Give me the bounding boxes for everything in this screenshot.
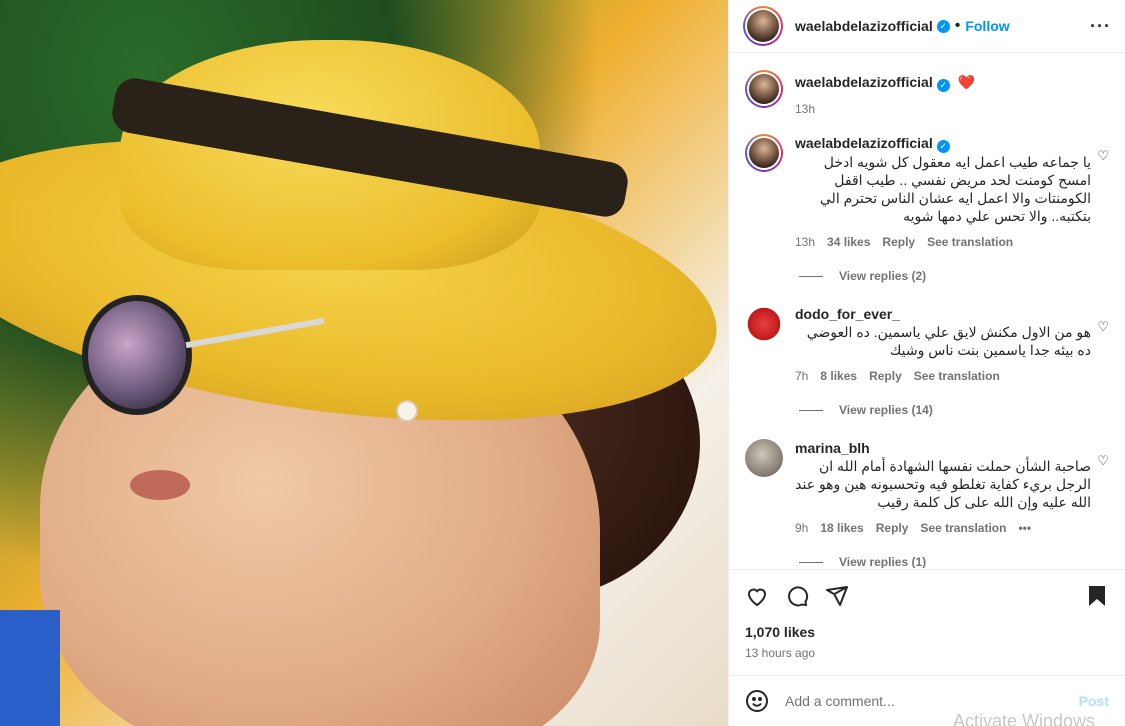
like-comment-heart-icon[interactable]: ♡ (1097, 453, 1109, 469)
comment-more-icon[interactable]: ••• (1018, 519, 1031, 537)
caption-text: ❤️ (957, 74, 976, 90)
comment-item: marina_blh صاحبة الشأن حملت نفسها الشهاد… (745, 439, 1109, 537)
comments-list[interactable]: waelabdelazizofficial ✓ ❤️ 13h waelabdela… (729, 54, 1125, 568)
view-replies-button[interactable]: View replies (1) (799, 555, 1109, 568)
view-replies-button[interactable]: View replies (2) (799, 269, 1109, 283)
caption-time: 13h (795, 102, 816, 116)
follow-button[interactable]: Follow (965, 18, 1009, 34)
caption-avatar[interactable] (745, 70, 783, 108)
verified-badge-icon: ✓ (936, 140, 950, 153)
comment-text: صاحبة الشأن حملت نفسها الشهادة أمام الله… (795, 458, 1091, 510)
view-replies-label[interactable]: View replies (14) (839, 403, 933, 417)
comment-text: هو من الاول مكنش لايق علي ياسمين. ده الع… (806, 324, 1091, 358)
view-replies-label[interactable]: View replies (1) (839, 555, 926, 568)
comment-item: dodo_for_ever_ هو من الاول مكنش لايق علي… (745, 305, 1109, 385)
verified-badge-icon: ✓ (936, 19, 950, 33)
likes-count[interactable]: 1,070 likes (745, 624, 1109, 640)
reply-button[interactable]: Reply (876, 519, 909, 537)
view-replies-button[interactable]: View replies (14) (799, 403, 1109, 417)
share-send-icon[interactable] (825, 584, 849, 608)
save-bookmark-icon[interactable] (1085, 584, 1109, 608)
author-avatar[interactable] (743, 6, 783, 46)
reply-button[interactable]: Reply (869, 367, 902, 385)
more-options-icon[interactable]: ··· (1090, 16, 1111, 37)
comment-input[interactable] (785, 693, 1079, 709)
like-comment-heart-icon[interactable]: ♡ (1097, 148, 1109, 164)
comment-likes[interactable]: 18 likes (820, 519, 863, 537)
comment-username[interactable]: waelabdelazizofficial (795, 135, 933, 151)
see-translation-button[interactable]: See translation (927, 233, 1013, 251)
comment-time[interactable]: 13h (795, 233, 815, 251)
like-heart-icon[interactable] (745, 584, 769, 608)
separator-dot: • (954, 17, 961, 34)
post-actions: 1,070 likes 13 hours ago (729, 569, 1125, 660)
photo-sunglasses (82, 295, 192, 415)
activate-windows-watermark: Activate Windows (952, 711, 1095, 726)
photo-lips (130, 470, 190, 500)
comment-likes[interactable]: 34 likes (827, 233, 870, 251)
comment-item: waelabdelazizofficial ✓ يا جماعه طيب اعمل… (745, 134, 1109, 251)
comment-avatar[interactable] (745, 305, 783, 343)
comment-username[interactable]: marina_blh (795, 439, 1091, 457)
post-header: waelabdelazizofficial ✓ • Follow ··· (729, 0, 1125, 53)
comment-likes[interactable]: 8 likes (820, 367, 857, 385)
view-replies-label[interactable]: View replies (2) (839, 269, 926, 283)
post-comment-button[interactable]: Post (1079, 693, 1109, 709)
comment-text: يا جماعه طيب اعمل ايه معقول كل شويه ادخل… (819, 154, 1091, 224)
emoji-icon[interactable] (745, 689, 769, 713)
post-photo[interactable] (0, 0, 728, 726)
see-translation-button[interactable]: See translation (920, 519, 1006, 537)
see-translation-button[interactable]: See translation (914, 367, 1000, 385)
comment-time[interactable]: 9h (795, 519, 808, 537)
author-username[interactable]: waelabdelazizofficial (795, 18, 933, 34)
post-time[interactable]: 13 hours ago (745, 646, 1109, 660)
caption-username[interactable]: waelabdelazizofficial (795, 74, 933, 90)
reply-button[interactable]: Reply (882, 233, 915, 251)
comment-avatar[interactable] (745, 134, 783, 172)
comment-username[interactable]: dodo_for_ever_ (795, 305, 1091, 323)
comment-bubble-icon[interactable] (785, 584, 809, 608)
comment-avatar[interactable] (745, 439, 783, 477)
caption: waelabdelazizofficial ✓ ❤️ 13h (745, 70, 1109, 118)
post-side-panel: waelabdelazizofficial ✓ • Follow ··· wae… (728, 0, 1125, 726)
like-comment-heart-icon[interactable]: ♡ (1097, 319, 1109, 335)
caption-meta: 13h (795, 100, 1091, 118)
photo-shoulder (0, 610, 60, 726)
add-comment-bar: Post Activate Windows (729, 675, 1125, 726)
comment-time[interactable]: 7h (795, 367, 808, 385)
verified-badge-icon: ✓ (936, 79, 950, 92)
photo-earring (398, 402, 416, 420)
